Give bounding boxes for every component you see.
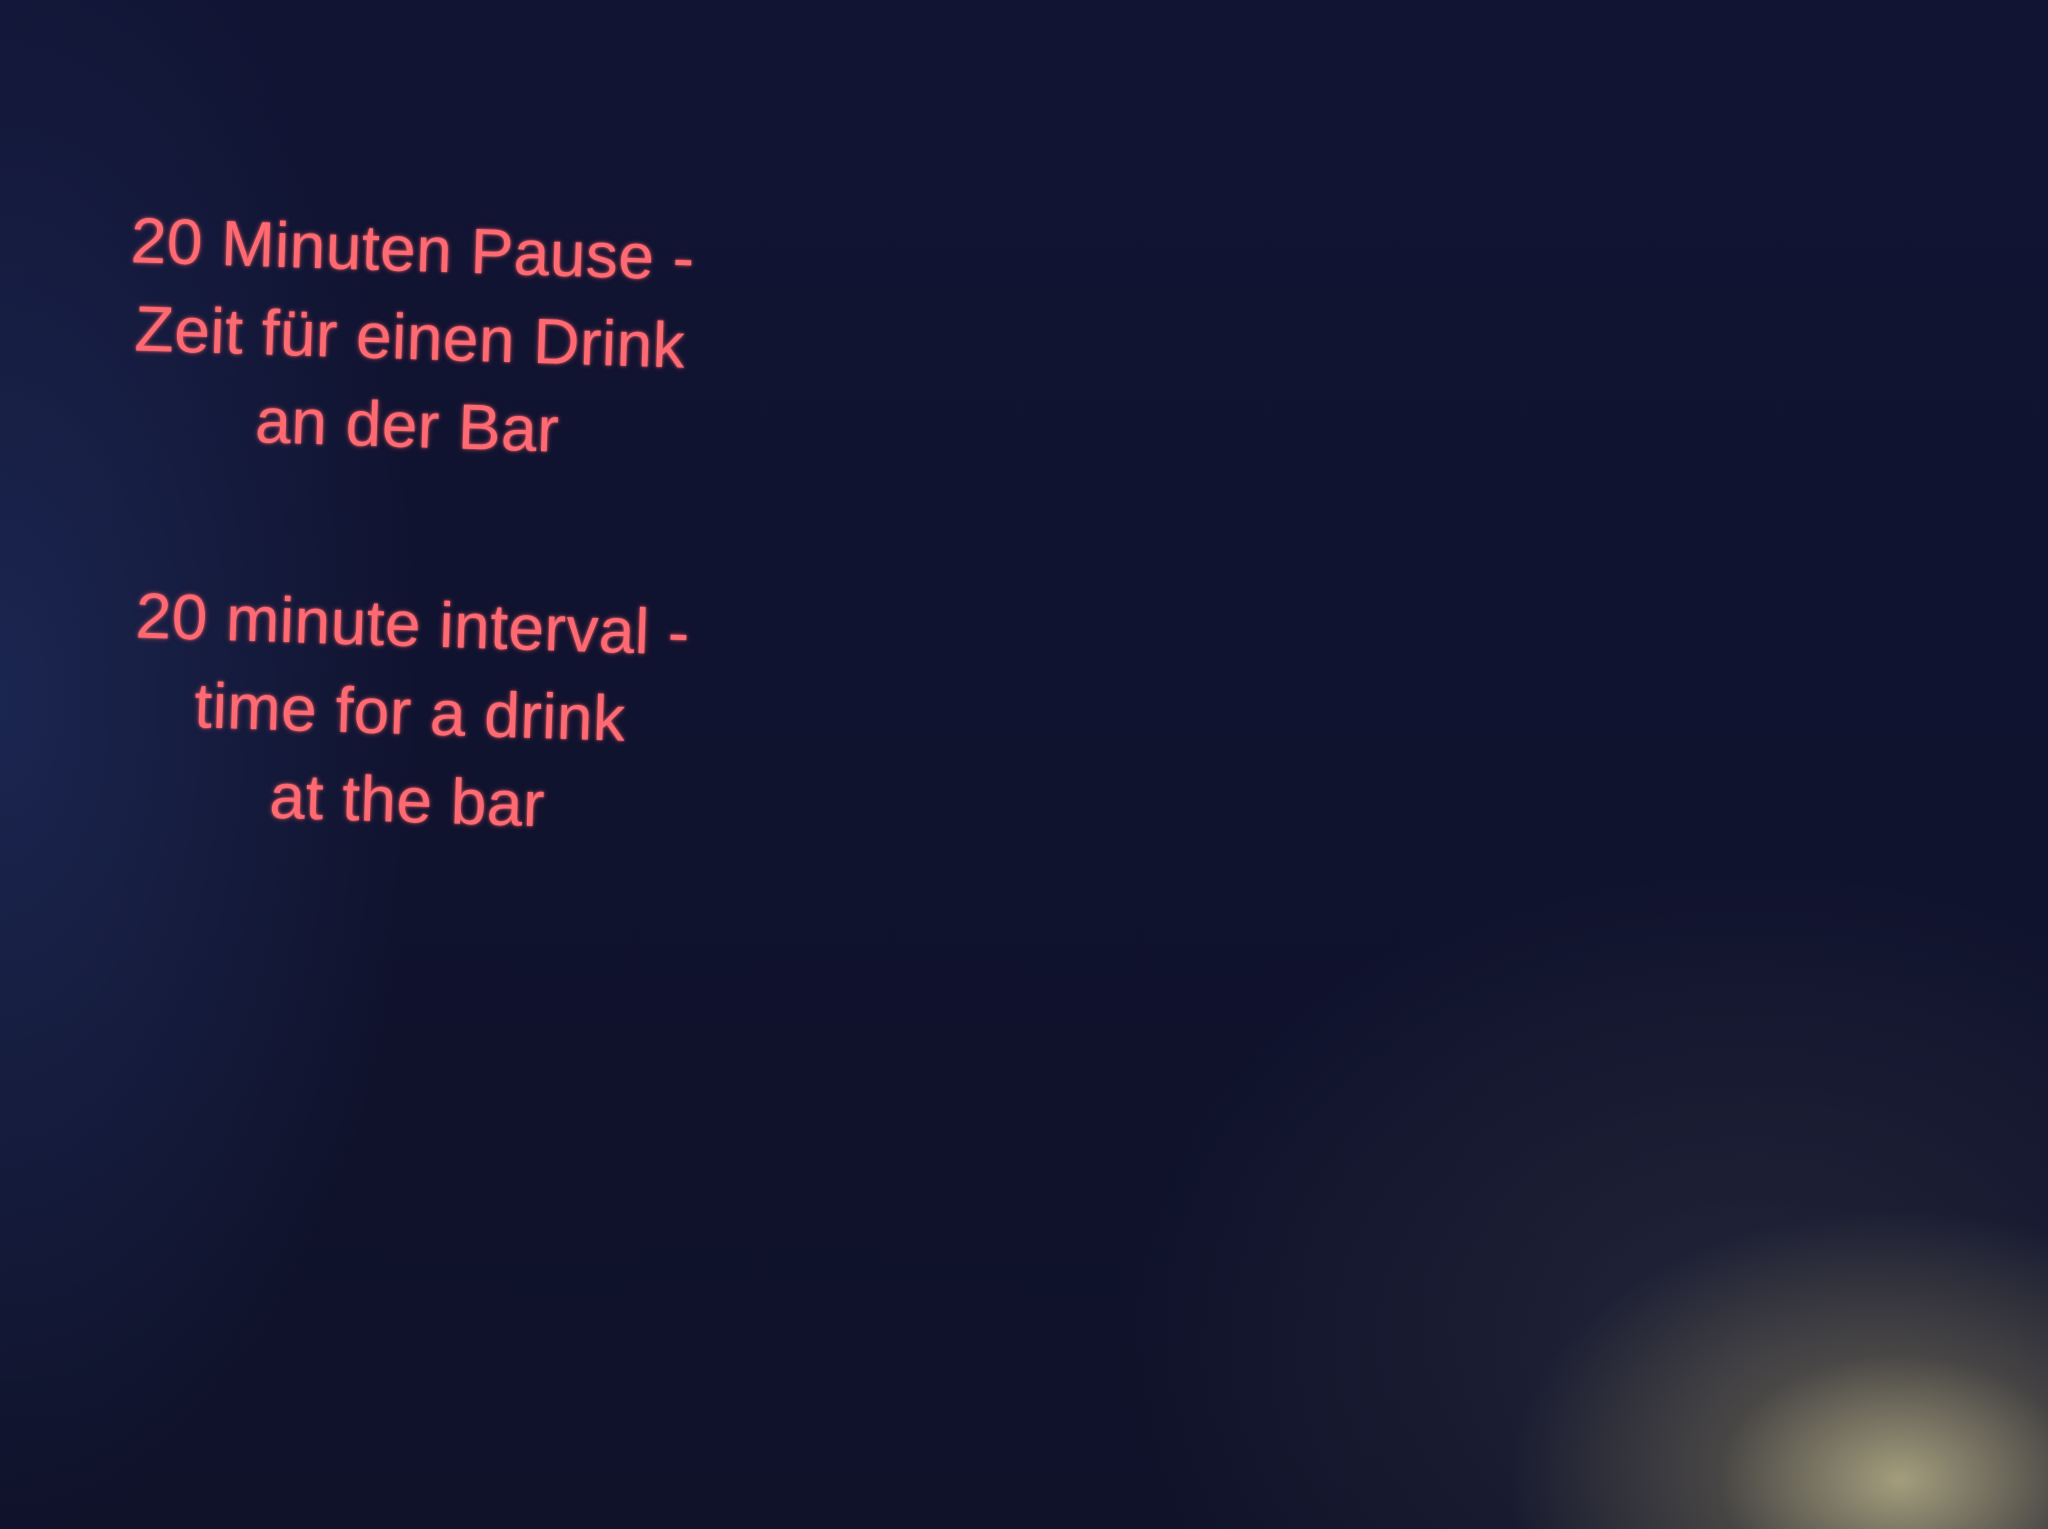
german-message: 20 Minuten Pause - Zeit für einen Drink …	[46, 194, 774, 480]
english-message: 20 minute interval - time for a drink at…	[46, 569, 774, 855]
projection-screen: 20 Minuten Pause - Zeit für einen Drink …	[0, 0, 2048, 1529]
